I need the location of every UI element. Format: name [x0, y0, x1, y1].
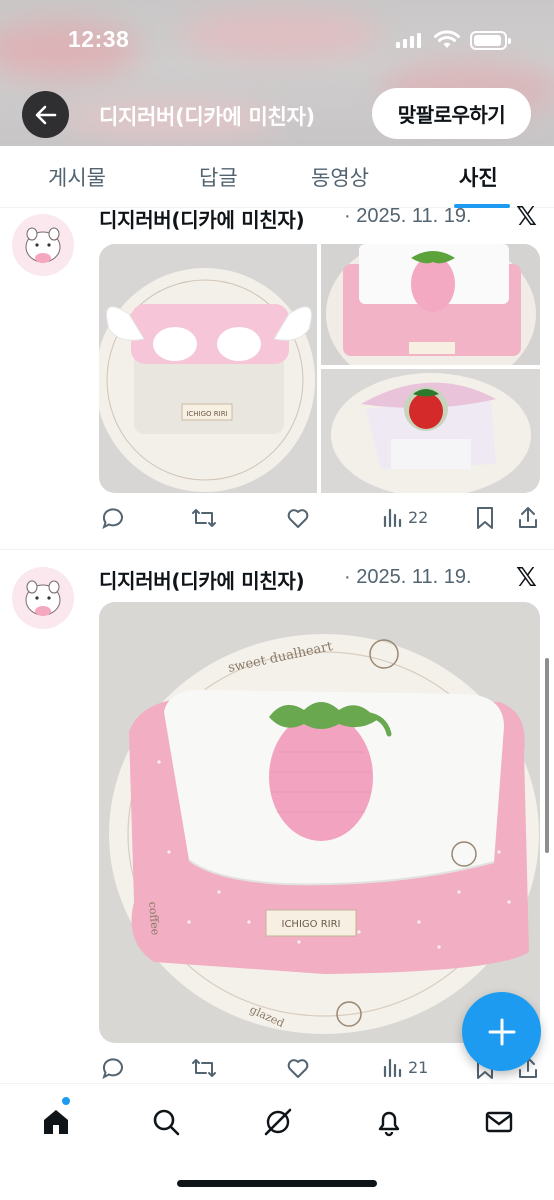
- header-title: 디지러버(디카에 미친자): [99, 105, 315, 129]
- strawberry-pouch-large-photo[interactable]: sweet dualheart ICHIGO RIRI coffee glaze…: [99, 602, 540, 1043]
- reply-icon: [102, 1058, 123, 1079]
- post-date: · 2025. 11. 19.: [344, 205, 472, 227]
- analytics-icon: [383, 508, 402, 528]
- bell-icon: [378, 1111, 400, 1137]
- post-date: · 2025. 11. 19.: [344, 566, 472, 588]
- tab-videos[interactable]: 동영상: [311, 162, 369, 192]
- like-button[interactable]: [286, 506, 310, 530]
- cellular-signal-icon: [396, 33, 421, 48]
- reply-icon: [102, 508, 123, 529]
- post-author[interactable]: 디지러버(디카에 미친자): [99, 204, 305, 233]
- heart-icon: [287, 1059, 309, 1078]
- arrow-left-icon: [35, 105, 56, 124]
- bookmark-icon: [477, 507, 493, 529]
- x-logo-icon: 𝕏: [516, 563, 537, 593]
- search-icon: [153, 1109, 180, 1136]
- heart-icon: [287, 509, 309, 528]
- post-author[interactable]: 디지러버(디카에 미친자): [99, 565, 305, 594]
- share-button[interactable]: [517, 506, 539, 530]
- follow-back-button[interactable]: 맞팔로우하기: [372, 88, 531, 139]
- strawberry-pouch-photo[interactable]: [321, 244, 540, 365]
- nav-search[interactable]: [146, 1102, 186, 1142]
- envelope-icon: [485, 1111, 513, 1133]
- like-button[interactable]: [286, 1056, 310, 1080]
- views-count: 21: [408, 1057, 429, 1077]
- nav-notifications[interactable]: [369, 1102, 409, 1142]
- status-bar: 12:38: [0, 0, 554, 80]
- views-button[interactable]: 21: [382, 1056, 428, 1078]
- profile-tabs: 게시물 답글 동영상 사진: [0, 146, 554, 208]
- reply-button[interactable]: [101, 506, 125, 530]
- pink-winged-pouch-photo[interactable]: ICHIGO RIRI: [99, 244, 317, 493]
- screen: 12:38 디지러버(디카에 미친자) 맞팔로우하기 게시물 답글 동영상 사진: [0, 0, 554, 1200]
- home-icon: [44, 1110, 68, 1134]
- repost-icon: [192, 1059, 216, 1077]
- status-time: 12:38: [68, 26, 130, 52]
- plus-icon: [488, 1018, 515, 1045]
- strawberry-cake-pouch-photo[interactable]: [321, 369, 540, 493]
- avatar-character-icon: [25, 227, 61, 263]
- post-1[interactable]: 디지러버(디카에 미친자) · 2025. 11. 19. 𝕏 ICHIGO R…: [0, 202, 554, 550]
- reply-button[interactable]: [101, 1056, 125, 1080]
- analytics-icon: [383, 1058, 402, 1078]
- repost-icon: [192, 509, 216, 527]
- grok-icon: [264, 1108, 292, 1136]
- tab-replies[interactable]: 답글: [199, 162, 238, 192]
- bookmark-button[interactable]: [475, 506, 495, 530]
- home-indicator[interactable]: [177, 1180, 377, 1187]
- compose-post-button[interactable]: [462, 992, 541, 1071]
- back-button[interactable]: [22, 91, 69, 138]
- nav-grok[interactable]: [258, 1102, 298, 1142]
- avatar[interactable]: [12, 567, 74, 629]
- photo-grid: sweet dualheart ICHIGO RIRI coffee glaze…: [99, 602, 540, 1043]
- nav-home[interactable]: [36, 1102, 76, 1142]
- repost-button[interactable]: [191, 1056, 217, 1080]
- avatar-character-icon: [25, 580, 61, 616]
- views-count: 22: [408, 507, 429, 527]
- tab-posts[interactable]: 게시물: [48, 162, 106, 192]
- repost-button[interactable]: [191, 506, 217, 530]
- wifi-icon: [434, 30, 460, 48]
- photo-grid: ICHIGO RIRI: [99, 244, 540, 493]
- battery-icon: [470, 31, 511, 50]
- share-icon: [519, 507, 537, 528]
- views-button[interactable]: 22: [382, 506, 428, 528]
- avatar[interactable]: [12, 214, 74, 276]
- home-unread-dot: [62, 1097, 70, 1105]
- pouch-label-text: ICHIGO RIRI: [282, 919, 341, 930]
- scrollbar[interactable]: [545, 658, 549, 853]
- post-actions: 22: [99, 506, 540, 536]
- profile-banner: 12:38 디지러버(디카에 미친자) 맞팔로우하기: [0, 0, 554, 146]
- nav-messages[interactable]: [479, 1102, 519, 1142]
- tab-photos[interactable]: 사진: [459, 162, 498, 192]
- svg-text:ICHIGO RIRI: ICHIGO RIRI: [186, 410, 227, 418]
- x-logo-icon: 𝕏: [516, 202, 537, 232]
